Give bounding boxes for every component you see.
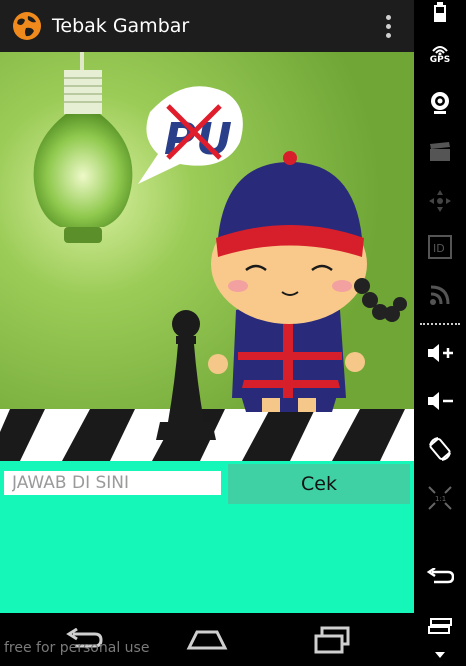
id-icon[interactable]: ID (414, 234, 466, 260)
recents-icon[interactable] (302, 623, 362, 657)
rotate-icon[interactable] (414, 435, 466, 463)
action-bar: Tebak Gambar (0, 0, 414, 52)
gps-icon[interactable]: GPS (414, 40, 466, 68)
emulator-sidebar: GPS ID 1:1 (414, 0, 466, 666)
watermark-text: free for personal use (4, 640, 150, 656)
navigation-bar: free for personal use (0, 613, 414, 666)
rss-icon[interactable] (414, 282, 466, 308)
answer-row: Cek (0, 461, 414, 505)
clapper-icon[interactable] (414, 140, 466, 164)
app-title: Tebak Gambar (52, 15, 190, 37)
svg-text:1:1: 1:1 (435, 495, 446, 503)
volume-down-icon[interactable] (414, 388, 466, 414)
battery-icon (414, 2, 466, 22)
gps-label: GPS (429, 55, 451, 65)
back-icon[interactable] (414, 566, 466, 588)
overflow-menu-icon[interactable] (376, 6, 400, 46)
camera-icon[interactable] (414, 90, 466, 116)
chevron-down-icon[interactable] (414, 648, 466, 662)
svg-text:ID: ID (433, 242, 445, 255)
dpad-icon[interactable] (414, 188, 466, 214)
volume-up-icon[interactable] (414, 340, 466, 366)
globe-icon[interactable] (12, 11, 42, 41)
cek-button[interactable]: Cek (228, 464, 410, 504)
menu-icon[interactable] (414, 616, 466, 636)
scale-icon[interactable]: 1:1 (414, 484, 466, 512)
answer-input[interactable] (4, 471, 221, 495)
content-area (0, 505, 414, 613)
sidebar-divider (420, 323, 460, 325)
device-screen: Tebak Gambar JAWAB DI SINI Cek free for … (0, 0, 414, 666)
home-icon[interactable] (177, 623, 237, 657)
puzzle-image: PU (0, 52, 414, 461)
